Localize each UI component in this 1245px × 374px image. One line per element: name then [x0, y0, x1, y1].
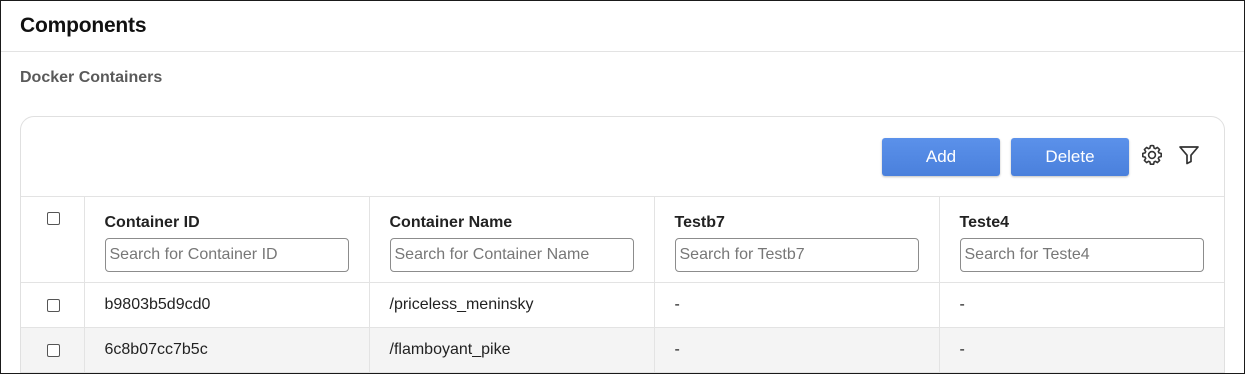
containers-card: Add Delete Container ID Search for Conta…: [20, 116, 1225, 373]
column-label: Teste4: [959, 214, 1010, 231]
column-header-teste4: Teste4: [939, 197, 1224, 283]
container-name-value: /priceless_meninsky: [389, 296, 534, 313]
select-all-checkbox[interactable]: [47, 212, 60, 225]
container-id-value: 6c8b07cc7b5c: [104, 341, 208, 358]
table-row[interactable]: b9803b5d9cd0 /priceless_meninsky - -: [21, 282, 1224, 328]
add-button[interactable]: Add: [882, 138, 1000, 176]
row-checkbox[interactable]: [47, 343, 60, 357]
testb7-value: -: [674, 341, 680, 358]
testb7-cell: -: [654, 282, 940, 328]
table-toolbar: Add Delete: [21, 117, 1224, 197]
containers-table: Container ID Container Name Testb7: [21, 197, 1224, 373]
teste4-cell: -: [939, 282, 1224, 328]
search-container-name-input[interactable]: [389, 238, 634, 272]
container-id-value: b9803b5d9cd0: [104, 296, 211, 313]
column-header-container-name: Container Name: [369, 197, 655, 283]
column-label: Container Name: [389, 214, 513, 231]
container-id-cell: b9803b5d9cd0: [84, 282, 370, 328]
page-title: Components: [20, 14, 147, 37]
gear-icon[interactable]: [1140, 143, 1164, 167]
delete-button[interactable]: Delete: [1011, 138, 1129, 176]
search-teste4-input[interactable]: [959, 238, 1204, 272]
column-header-container-id: Container ID: [84, 197, 370, 283]
teste4-value: -: [959, 341, 965, 358]
section-title: Docker Containers: [20, 69, 163, 86]
container-name-value: /flamboyant_pike: [389, 341, 511, 358]
table-header-row: Container ID Container Name Testb7: [21, 197, 1224, 283]
teste4-cell: -: [939, 327, 1224, 373]
container-name-cell: /flamboyant_pike: [369, 327, 655, 373]
search-container-id-input[interactable]: [104, 238, 349, 272]
page-header: Components: [1, 1, 1244, 52]
column-header-testb7: Testb7: [654, 197, 940, 283]
table-row[interactable]: 6c8b07cc7b5c /flamboyant_pike - -: [21, 327, 1224, 373]
components-panel: Components Docker Containers Add Delete: [0, 0, 1245, 374]
row-select-cell: [21, 282, 85, 328]
testb7-cell: -: [654, 327, 940, 373]
testb7-value: -: [674, 296, 680, 313]
column-label: Container ID: [104, 214, 200, 231]
container-id-cell: 6c8b07cc7b5c: [84, 327, 370, 373]
container-name-cell: /priceless_meninsky: [369, 282, 655, 328]
row-checkbox[interactable]: [47, 298, 60, 312]
teste4-value: -: [959, 296, 965, 313]
row-select-cell: [21, 327, 85, 373]
column-label: Testb7: [674, 214, 725, 231]
select-all-header: [21, 197, 85, 283]
search-testb7-input[interactable]: [674, 238, 919, 272]
filter-icon[interactable]: [1177, 143, 1201, 167]
